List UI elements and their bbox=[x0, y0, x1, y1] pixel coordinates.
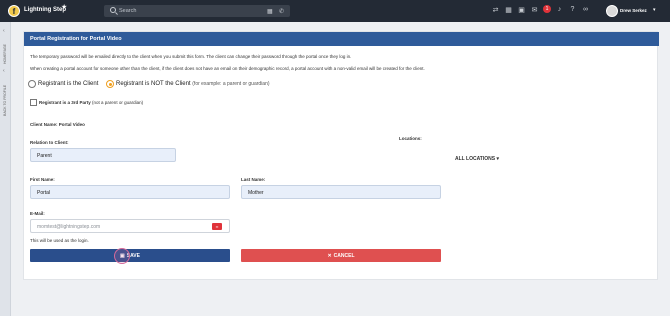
transfer-icon[interactable]: ⇄ bbox=[491, 5, 500, 14]
locations-value: ALL LOCATIONS bbox=[455, 156, 496, 162]
cancel-button[interactable]: ✕ CANCEL bbox=[241, 249, 441, 262]
link-icon[interactable]: ∞ bbox=[581, 5, 590, 14]
card-title: Portal Registration for Portal Video bbox=[24, 32, 659, 46]
last-name-label: Last Name: bbox=[241, 177, 266, 182]
third-party-label[interactable]: Registrant is a 3rd Party (not a parent … bbox=[39, 100, 143, 105]
grid-icon[interactable]: ▣ bbox=[517, 5, 526, 14]
relation-label: Relation to Client: bbox=[30, 140, 69, 145]
radio-not-client-hint: (for example: a parent or guardian) bbox=[192, 81, 270, 87]
portal-registration-card: Portal Registration for Portal Video The… bbox=[23, 31, 659, 280]
chevron-left-icon[interactable]: ‹ bbox=[3, 28, 5, 34]
radio-client[interactable] bbox=[28, 80, 36, 88]
chat-icon[interactable]: ✉ bbox=[530, 5, 539, 14]
save-button[interactable]: ▣ SAVE bbox=[30, 249, 230, 262]
radio-client-label[interactable]: Registrant is the Client bbox=[38, 81, 98, 87]
calendar-icon[interactable]: ▦ bbox=[504, 5, 513, 14]
chevron-left-icon[interactable]: ‹ bbox=[3, 68, 5, 74]
top-icon-bar: ⇄ ▦ ▣ ✉ 1 ♪ ? ∞ bbox=[491, 5, 590, 14]
user-name[interactable]: Drew Serkez bbox=[620, 8, 647, 13]
click-indicator bbox=[114, 248, 130, 264]
search-icon bbox=[110, 7, 116, 13]
app-logo[interactable]: f bbox=[8, 5, 20, 17]
email-note: This will be used as the login. bbox=[30, 238, 89, 243]
top-bar: f Lightning Step ★ Search ▦ ✆ ⇄ ▦ ▣ ✉ 1 … bbox=[0, 0, 670, 22]
third-party-checkbox[interactable] bbox=[30, 99, 37, 106]
first-name-label: First Name: bbox=[30, 177, 55, 182]
rail-homepage[interactable]: HOMEPAGE bbox=[3, 44, 7, 64]
notification-badge[interactable]: 1 bbox=[543, 5, 551, 13]
close-icon: ✕ bbox=[327, 252, 332, 259]
radio-not-client[interactable] bbox=[106, 80, 114, 88]
left-rail: ‹ HOMEPAGE ‹ BACK TO PROFILE bbox=[0, 22, 11, 316]
search-input[interactable]: Search ▦ ✆ bbox=[104, 5, 290, 17]
chevron-down-icon[interactable]: ▾ bbox=[653, 7, 656, 13]
star-icon[interactable]: ★ bbox=[61, 3, 67, 11]
email-label: E-Mail: bbox=[30, 211, 45, 216]
email-check-icon[interactable]: ✉ bbox=[212, 223, 222, 230]
bell-icon[interactable]: ♪ bbox=[555, 5, 564, 14]
intro-text-2: When creating a portal account for someo… bbox=[30, 66, 425, 71]
cancel-label: CANCEL bbox=[333, 252, 355, 259]
locations-dropdown[interactable]: ALL LOCATIONS ▾ bbox=[455, 156, 499, 162]
rail-back-to-profile[interactable]: BACK TO PROFILE bbox=[3, 85, 7, 116]
locations-label: Locations: bbox=[399, 136, 422, 141]
third-party-label-bold: Registrant is a 3rd Party bbox=[39, 100, 91, 105]
third-party-hint: (not a parent or guardian) bbox=[92, 100, 144, 105]
radio-not-client-label[interactable]: Registrant is NOT the Client (for exampl… bbox=[116, 81, 270, 87]
brand-name[interactable]: Lightning Step bbox=[24, 7, 66, 13]
client-name: Client Name: Portal Video bbox=[30, 122, 85, 127]
phone-icon[interactable]: ✆ bbox=[279, 8, 284, 15]
last-name-field[interactable]: Mother bbox=[241, 185, 441, 199]
search-placeholder: Search bbox=[119, 8, 137, 14]
email-field[interactable]: momtest@lightningstep.com bbox=[30, 219, 230, 233]
first-name-field[interactable]: Portal bbox=[30, 185, 230, 199]
avatar[interactable] bbox=[606, 5, 618, 17]
intro-text-1: The temporary password will be emailed d… bbox=[30, 54, 352, 59]
caret-down-icon: ▾ bbox=[496, 156, 499, 162]
radio-not-client-text: Registrant is NOT the Client bbox=[116, 81, 191, 87]
help-icon[interactable]: ? bbox=[568, 5, 577, 14]
relation-field[interactable]: Parent bbox=[30, 148, 176, 162]
calendar-search-icon[interactable]: ▦ bbox=[267, 8, 273, 15]
